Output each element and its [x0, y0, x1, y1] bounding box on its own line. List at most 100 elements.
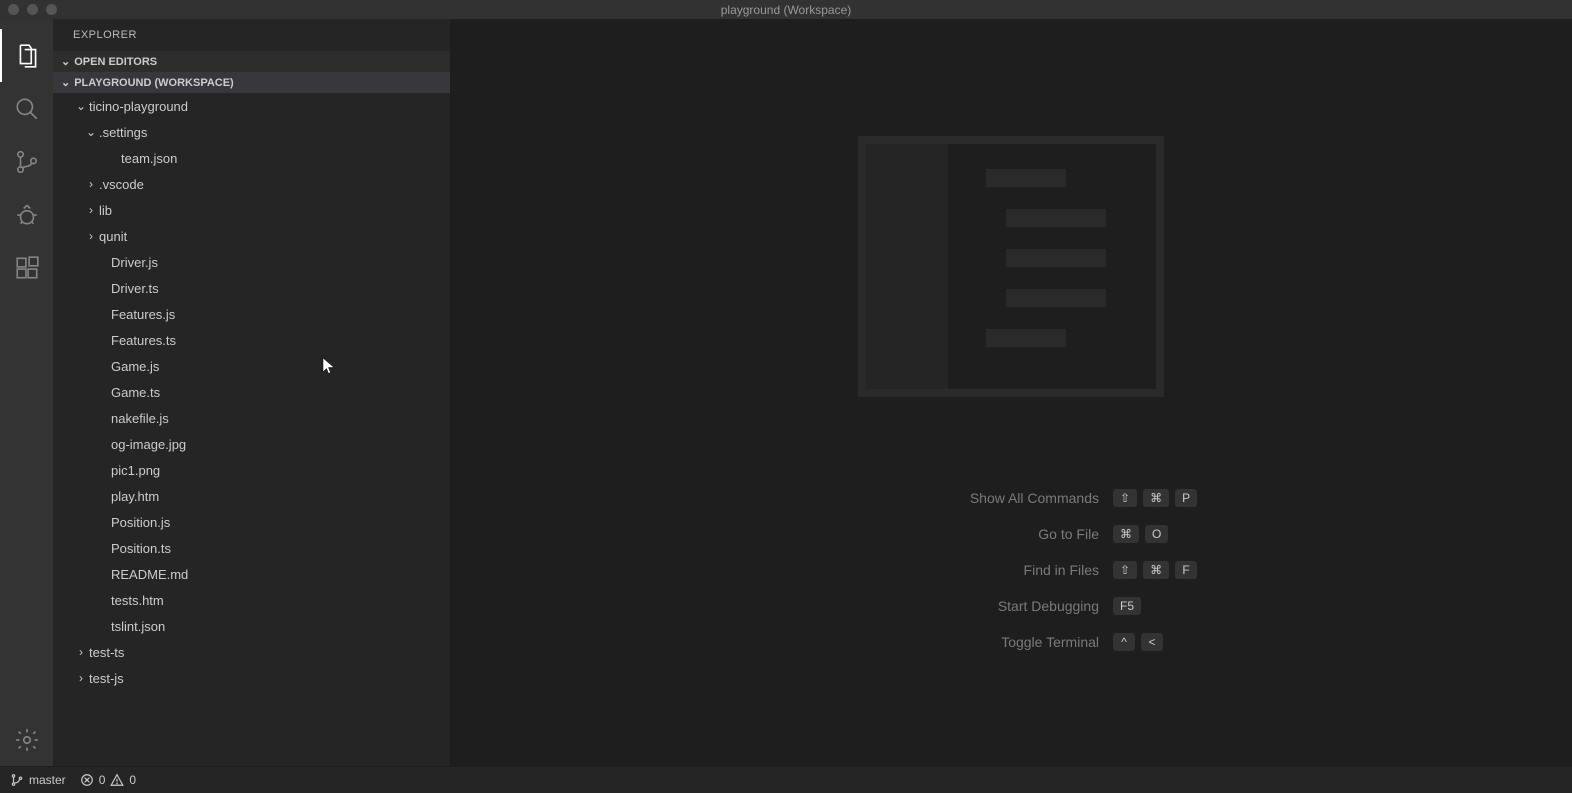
tree-item-label: team.json	[121, 151, 177, 166]
tree-item-label: .settings	[99, 125, 147, 140]
keyboard-key: ⌘	[1143, 561, 1169, 579]
traffic-lights	[0, 4, 57, 15]
file-item[interactable]: Game.ts	[53, 379, 450, 405]
shortcut-label: Show All Commands	[799, 490, 1099, 506]
editor-area: Show All Commands⇧⌘PGo to File⌘OFind in …	[450, 19, 1572, 766]
tree-item-label: play.htm	[111, 489, 159, 504]
file-item[interactable]: README.md	[53, 561, 450, 587]
warning-icon	[110, 773, 124, 787]
chevron-down-icon: ⌄	[61, 76, 70, 89]
chevron-right-icon: ›	[73, 645, 89, 659]
source-control-activity-icon[interactable]	[0, 135, 53, 188]
tree-item-label: ticino-playground	[89, 99, 188, 114]
search-activity-icon[interactable]	[0, 82, 53, 135]
tree-item-label: pic1.png	[111, 463, 160, 478]
minimize-window-button[interactable]	[27, 4, 38, 15]
file-item[interactable]: og-image.jpg	[53, 431, 450, 457]
tree-item-label: Position.js	[111, 515, 170, 530]
keyboard-key: ⌘	[1143, 489, 1169, 507]
tree-item-label: Driver.ts	[111, 281, 159, 296]
folder-item[interactable]: ›.vscode	[53, 171, 450, 197]
window-title: playground (Workspace)	[721, 3, 852, 17]
file-item[interactable]: Features.js	[53, 301, 450, 327]
file-item[interactable]: Game.js	[53, 353, 450, 379]
tree-item-label: nakefile.js	[111, 411, 169, 426]
shortcut-keys: F5	[1113, 597, 1223, 615]
tree-item-label: qunit	[99, 229, 127, 244]
welcome-shortcuts: Show All Commands⇧⌘PGo to File⌘OFind in …	[799, 489, 1223, 651]
file-item[interactable]: Position.ts	[53, 535, 450, 561]
shortcut-label: Find in Files	[799, 562, 1099, 578]
file-item[interactable]: pic1.png	[53, 457, 450, 483]
open-editors-label: OPEN EDITORS	[74, 56, 157, 68]
warning-count: 0	[129, 773, 136, 787]
file-item[interactable]: Position.js	[53, 509, 450, 535]
titlebar: playground (Workspace)	[0, 0, 1572, 19]
tree-item-label: tests.htm	[111, 593, 164, 608]
file-item[interactable]: Features.ts	[53, 327, 450, 353]
folder-item[interactable]: ⌄ticino-playground	[53, 93, 450, 119]
shortcut-row: Find in Files⇧⌘F	[799, 561, 1223, 579]
debug-activity-icon[interactable]	[0, 188, 53, 241]
file-item[interactable]: Driver.js	[53, 249, 450, 275]
extensions-activity-icon[interactable]	[0, 241, 53, 294]
chevron-right-icon: ›	[83, 203, 99, 217]
keyboard-key: O	[1145, 525, 1168, 543]
error-icon	[80, 773, 94, 787]
workspace-label: PLAYGROUND (WORKSPACE)	[74, 77, 234, 89]
tree-item-label: test-js	[89, 671, 124, 686]
chevron-down-icon: ⌄	[73, 99, 89, 113]
workspace-section[interactable]: ⌄ PLAYGROUND (WORKSPACE)	[53, 72, 450, 93]
explorer-sidebar: EXPLORER ⌄ OPEN EDITORS ⌄ PLAYGROUND (WO…	[53, 19, 450, 766]
close-window-button[interactable]	[8, 4, 19, 15]
file-tree: ⌄ticino-playground⌄.settingsteam.json›.v…	[53, 93, 450, 766]
tree-item-label: Game.js	[111, 359, 159, 374]
shortcut-keys: ^<	[1113, 633, 1223, 651]
chevron-right-icon: ›	[83, 229, 99, 243]
chevron-down-icon: ⌄	[61, 55, 70, 68]
chevron-right-icon: ›	[83, 177, 99, 191]
tree-item-label: lib	[99, 203, 112, 218]
statusbar: master 0 0	[0, 766, 1572, 793]
shortcut-label: Start Debugging	[799, 598, 1099, 614]
shortcut-row: Start Debugging F5	[799, 597, 1223, 615]
file-item[interactable]: play.htm	[53, 483, 450, 509]
file-item[interactable]: nakefile.js	[53, 405, 450, 431]
git-branch-status[interactable]: master	[10, 773, 66, 787]
shortcut-row: Go to File ⌘O	[799, 525, 1223, 543]
mouse-cursor-icon	[322, 357, 336, 380]
shortcut-label: Go to File	[799, 526, 1099, 542]
tree-item-label: og-image.jpg	[111, 437, 186, 452]
file-item[interactable]: team.json	[53, 145, 450, 171]
folder-item[interactable]: ›lib	[53, 197, 450, 223]
settings-gear-icon[interactable]	[0, 713, 53, 766]
tree-item-label: Position.ts	[111, 541, 171, 556]
explorer-activity-icon[interactable]	[0, 29, 53, 82]
file-item[interactable]: Driver.ts	[53, 275, 450, 301]
shortcut-row: Toggle Terminal^<	[799, 633, 1223, 651]
keyboard-key: <	[1141, 633, 1163, 651]
keyboard-key: ^	[1113, 633, 1135, 651]
problems-status[interactable]: 0 0	[80, 773, 136, 787]
folder-item[interactable]: ›test-ts	[53, 639, 450, 665]
git-branch-icon	[10, 773, 24, 787]
keyboard-key: ⇧	[1113, 561, 1137, 579]
tree-item-label: Features.ts	[111, 333, 176, 348]
error-count: 0	[99, 773, 106, 787]
shortcut-keys: ⌘O	[1113, 525, 1223, 543]
file-item[interactable]: tests.htm	[53, 587, 450, 613]
tree-item-label: Game.ts	[111, 385, 160, 400]
vscode-watermark-icon	[856, 134, 1166, 399]
open-editors-section[interactable]: ⌄ OPEN EDITORS	[53, 51, 450, 72]
maximize-window-button[interactable]	[46, 4, 57, 15]
tree-item-label: Driver.js	[111, 255, 158, 270]
branch-name: master	[29, 773, 66, 787]
chevron-down-icon: ⌄	[83, 125, 99, 139]
chevron-right-icon: ›	[73, 671, 89, 685]
folder-item[interactable]: ›qunit	[53, 223, 450, 249]
keyboard-key: ⇧	[1113, 489, 1137, 507]
activity-bar	[0, 19, 53, 766]
folder-item[interactable]: ›test-js	[53, 665, 450, 691]
file-item[interactable]: tslint.json	[53, 613, 450, 639]
folder-item[interactable]: ⌄.settings	[53, 119, 450, 145]
